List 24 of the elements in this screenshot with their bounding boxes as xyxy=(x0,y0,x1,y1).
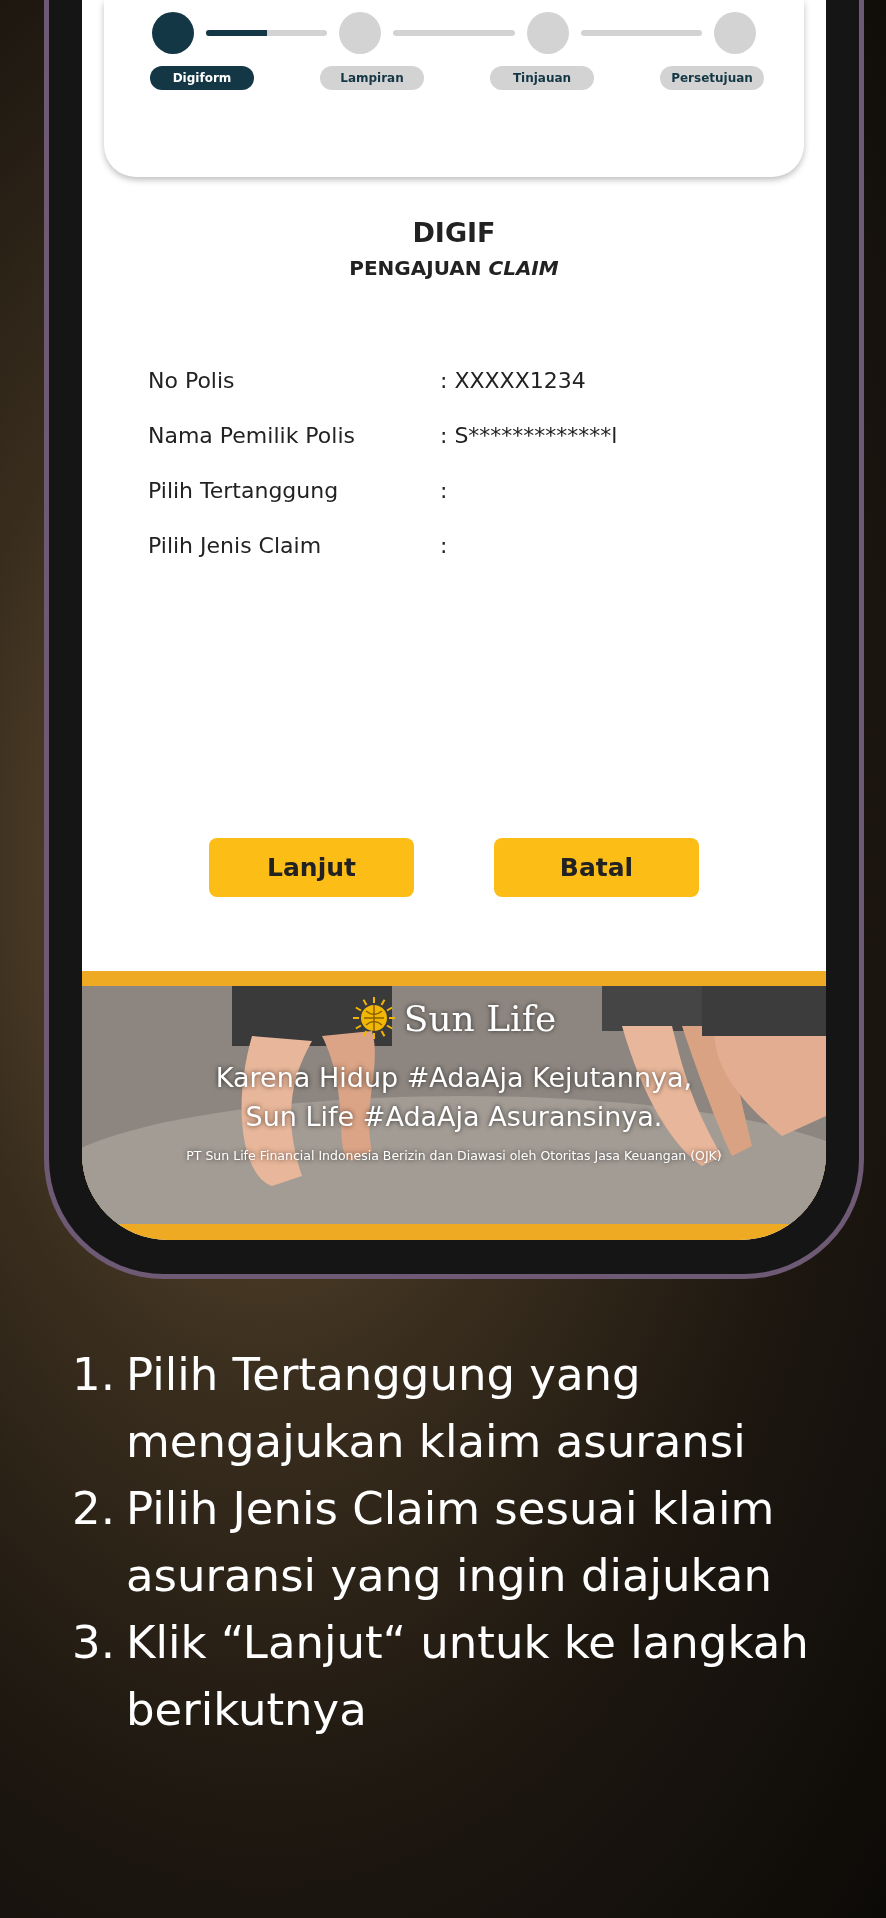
step-label[interactable]: Tinjauan xyxy=(490,66,594,90)
field-value[interactable]: : S*************l xyxy=(440,423,618,450)
step-label[interactable]: Lampiran xyxy=(320,66,424,90)
step-number: 2. xyxy=(72,1481,116,1537)
field-label: Pilih Jenis Claim xyxy=(148,533,323,560)
field-value[interactable]: : xyxy=(440,533,448,560)
instruction-text: Pilih Tertanggung yang mengajukan klaim asuransi xyxy=(126,1347,747,1470)
instruction-text: Klik “Lanjut“ untuk ke langkah berikutnya xyxy=(126,1615,810,1738)
brand-name: Sun Life xyxy=(403,997,557,1039)
form-title: DIGIF xyxy=(411,217,497,248)
field-label: No Polis xyxy=(148,368,236,395)
sun-logo-icon xyxy=(351,996,396,1040)
field-value[interactable]: : XXXXX1234 xyxy=(440,368,586,395)
action-button[interactable]: Batal xyxy=(494,838,699,897)
step-label[interactable]: Persetujuan xyxy=(660,66,764,90)
step-number: 3. xyxy=(72,1615,116,1671)
field-label: Nama Pemilik Polis xyxy=(148,423,356,450)
action-button[interactable]: Lanjut xyxy=(209,838,414,897)
field-value[interactable]: : xyxy=(440,478,448,505)
instruction-text: Pilih Jenis Claim sesuai klaim asuransi yang ingin diajukan xyxy=(126,1481,776,1604)
step-label[interactable]: Digiform xyxy=(150,66,254,90)
field-label: Pilih Tertanggung xyxy=(148,478,340,505)
form-subtitle: PENGAJUAN CLAIM xyxy=(348,256,560,280)
step-number: 1. xyxy=(72,1347,116,1403)
